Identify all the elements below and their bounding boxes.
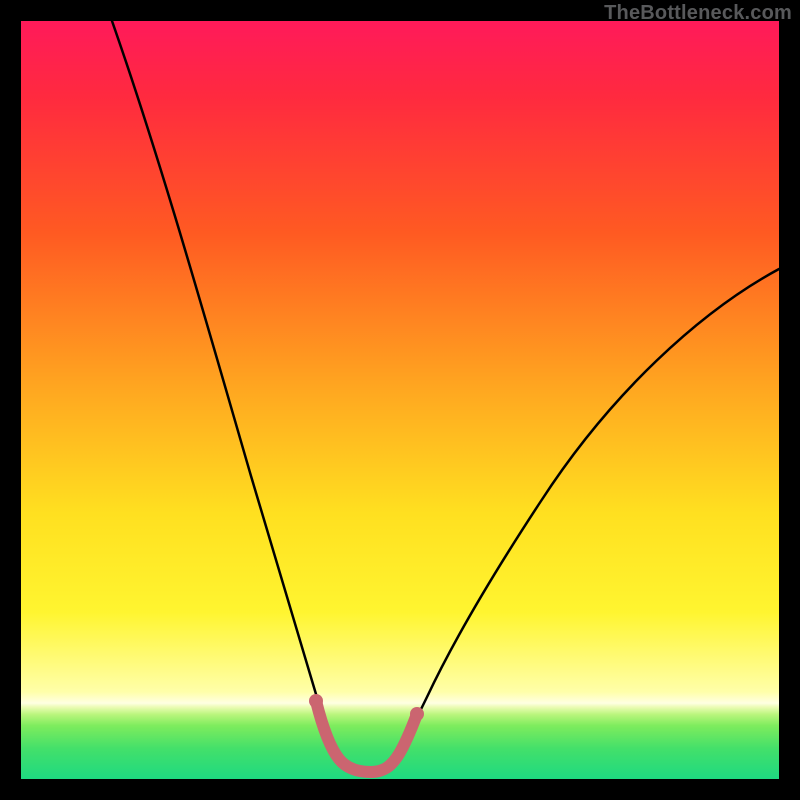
bottleneck-curve: [112, 21, 779, 769]
chart-plot-area: [21, 21, 779, 779]
optimal-range-highlight: [316, 701, 417, 772]
highlight-endpoint-left: [309, 694, 323, 708]
watermark-label: TheBottleneck.com: [604, 2, 792, 25]
chart-stage: TheBottleneck.com: [0, 0, 800, 800]
highlight-endpoint-right: [410, 707, 424, 721]
